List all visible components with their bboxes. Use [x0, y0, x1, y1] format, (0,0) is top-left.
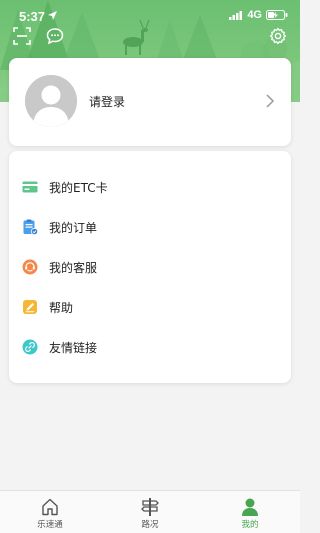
menu-item-etc-card[interactable]: 我的ETC卡 — [9, 167, 291, 207]
tab-label: 路况 — [141, 520, 159, 530]
signpost-icon — [141, 498, 159, 516]
location-arrow-icon — [48, 11, 57, 20]
profile-card[interactable]: 请登录 — [9, 58, 291, 146]
status-indicators: 4G — [229, 9, 288, 21]
link-icon — [22, 339, 38, 355]
default-avatar-icon — [25, 75, 77, 127]
scan-icon[interactable] — [13, 27, 31, 45]
chat-bubble-icon[interactable] — [46, 27, 64, 45]
tab-traffic[interactable]: 路况 — [100, 491, 200, 533]
menu-item-label: 帮助 — [49, 300, 74, 315]
tab-home[interactable]: 乐速通 — [0, 491, 100, 533]
signal-bars-icon — [229, 10, 243, 20]
bottom-tab-bar: 乐速通 路况 我的 — [0, 490, 300, 533]
menu-item-friendly-links[interactable]: 友情链接 — [9, 327, 291, 367]
customer-service-icon — [22, 259, 38, 275]
menu-item-customer-service[interactable]: 我的客服 — [9, 247, 291, 287]
menu-item-label: 友情链接 — [49, 340, 98, 355]
tab-mine[interactable]: 我的 — [200, 491, 300, 533]
user-icon — [242, 498, 258, 516]
menu-list: 我的ETC卡 我的订单 我的客服 帮助 友情链接 — [9, 151, 291, 383]
status-time: 5:37 — [19, 9, 46, 24]
tab-label: 我的 — [241, 520, 259, 530]
chevron-right-icon[interactable] — [265, 93, 275, 109]
home-icon — [42, 498, 58, 516]
menu-item-orders[interactable]: 我的订单 — [9, 207, 291, 247]
login-prompt[interactable]: 请登录 — [89, 93, 125, 110]
menu-item-label: 我的ETC卡 — [49, 180, 108, 195]
menu-item-label: 我的客服 — [49, 260, 98, 275]
card-icon — [22, 181, 38, 193]
settings-gear-icon[interactable] — [269, 27, 287, 45]
help-pencil-icon — [23, 300, 37, 314]
avatar[interactable] — [25, 75, 77, 127]
order-clipboard-icon — [23, 219, 38, 235]
menu-item-help[interactable]: 帮助 — [9, 287, 291, 327]
tab-label: 乐速通 — [37, 520, 63, 530]
network-type: 4G — [247, 9, 262, 21]
status-bar: 5:37 4G — [0, 0, 300, 26]
menu-item-label: 我的订单 — [49, 220, 98, 235]
battery-charging-icon — [266, 10, 288, 20]
